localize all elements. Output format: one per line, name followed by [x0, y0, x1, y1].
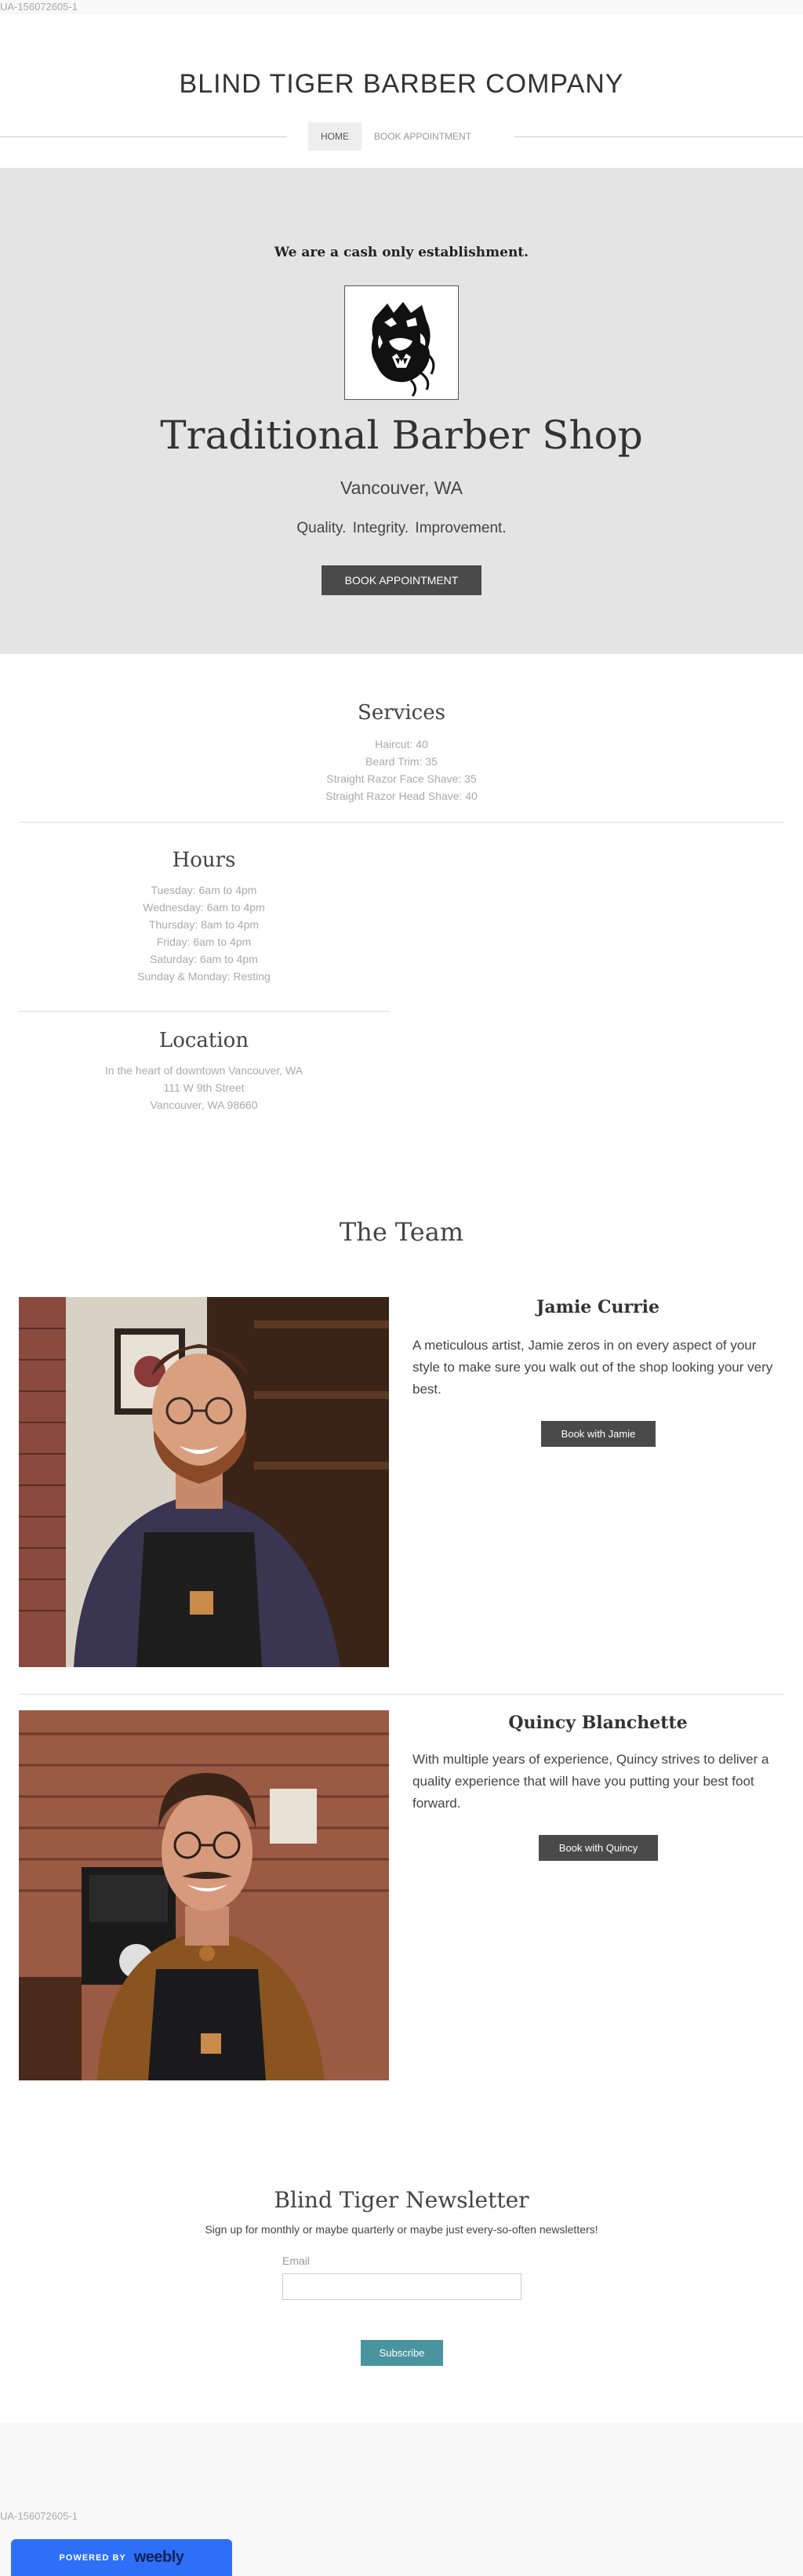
barber-portrait-image: [19, 1297, 389, 1667]
services-list: Haircut: 40 Beard Trim: 35 Straight Razo…: [0, 736, 803, 805]
address-line: Vancouver, WA 98660: [150, 1099, 258, 1111]
barber-portrait-image: [19, 1710, 389, 2080]
member-bio: A meticulous artist, Jamie zeros in on e…: [412, 1338, 773, 1397]
section-divider: [19, 1011, 389, 1012]
hero-banner: We are a cash only establishment. Tradit…: [0, 168, 803, 654]
hours-item: Tuesday: 6am to 4pm: [151, 884, 257, 896]
hours-item: Sunday & Monday: Resting: [137, 970, 271, 983]
tiger-logo-frame: [344, 285, 459, 400]
book-with-jamie-button[interactable]: Book with Jamie: [541, 1421, 656, 1447]
service-item: Straight Razor Face Shave: 35: [326, 772, 477, 785]
weebly-logo-icon: weebly: [133, 2549, 184, 2566]
hours-item: Wednesday: 6am to 4pm: [143, 901, 265, 914]
tiger-head-logo-icon: [371, 302, 435, 397]
address-line: 111 W 9th Street: [163, 1081, 245, 1094]
member-bio: With multiple years of experience, Quinc…: [412, 1752, 769, 1811]
nav-divider-left: [0, 136, 287, 137]
nav-divider-right: [514, 136, 803, 137]
tracking-code-bottom: UA-156072605-1: [0, 2510, 78, 2522]
hours-list: Tuesday: 6am to 4pm Wednesday: 6am to 4p…: [19, 881, 389, 985]
hero-tagline: Quality. Integrity. Improvement.: [296, 520, 507, 536]
service-item: Beard Trim: 35: [365, 755, 438, 768]
address-line: In the heart of downtown Vancouver, WA: [104, 1064, 303, 1077]
newsletter-title: Blind Tiger Newsletter: [274, 2187, 529, 2213]
newsletter-description: Sign up for monthly or maybe quarterly o…: [205, 2223, 598, 2236]
section-divider: [19, 822, 784, 823]
hero-location: Vancouver, WA: [340, 478, 463, 498]
email-label: Email: [282, 2254, 311, 2267]
location-address: In the heart of downtown Vancouver, WA 1…: [19, 1062, 389, 1114]
site-title[interactable]: BLIND TIGER BARBER COMPANY: [0, 69, 803, 100]
hours-title: Hours: [172, 848, 236, 872]
email-field[interactable]: [282, 2273, 521, 2300]
hours-item: Saturday: 6am to 4pm: [150, 953, 258, 965]
team-title: The Team: [339, 1217, 464, 1247]
location-title: Location: [158, 1029, 249, 1052]
site-header: BLIND TIGER BARBER COMPANY HOME BOOK APP…: [0, 14, 803, 168]
quincy-blanchette-photo: [19, 1710, 389, 2080]
hours-item: Thursday: 8am to 4pm: [148, 918, 260, 931]
book-appointment-button[interactable]: BOOK APPOINTMENT: [322, 565, 481, 595]
main-content: Services Haircut: 40 Beard Trim: 35 Stra…: [0, 654, 803, 2423]
section-divider: [19, 1694, 784, 1695]
member-name: Jamie Currie: [536, 1297, 659, 1317]
nav-item-book-appointment[interactable]: BOOK APPOINTMENT: [362, 122, 484, 151]
powered-by-weebly-badge[interactable]: POWERED BY weebly: [11, 2539, 232, 2576]
services-title: Services: [358, 701, 445, 725]
cash-only-notice: We are a cash only establishment.: [274, 245, 529, 260]
hero-title: Traditional Barber Shop: [160, 412, 643, 458]
book-with-quincy-button[interactable]: Book with Quincy: [539, 1835, 658, 1861]
nav-item-home[interactable]: HOME: [308, 122, 362, 151]
hours-item: Friday: 6am to 4pm: [156, 936, 252, 948]
main-nav: HOME BOOK APPOINTMENT: [308, 122, 484, 151]
service-item: Straight Razor Head Shave: 40: [325, 790, 478, 802]
badge-powered-label: POWERED BY: [59, 2552, 126, 2563]
tracking-code-top: UA-156072605-1: [0, 0, 803, 14]
subscribe-button[interactable]: Subscribe: [361, 2340, 443, 2366]
member-name: Quincy Blanchette: [508, 1713, 688, 1733]
jamie-currie-photo: [19, 1297, 389, 1667]
service-item: Haircut: 40: [375, 738, 428, 750]
